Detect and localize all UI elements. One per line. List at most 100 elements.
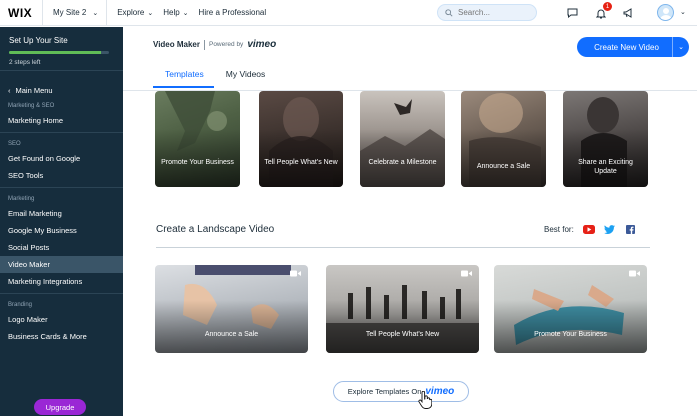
templates-content: Promote Your Business Tell People What's… (123, 91, 697, 416)
setup-progress-fill (9, 51, 101, 54)
sidebar-item-marketing-integrations[interactable]: Marketing Integrations (0, 273, 123, 290)
card-caption: Promote Your Business (161, 159, 234, 166)
search-input[interactable] (458, 8, 528, 17)
chevron-down-icon: ⌄ (92, 9, 99, 17)
sidebar-menu: ‹ Main Menu Marketing & SEO Marketing Ho… (0, 84, 123, 345)
template-card[interactable]: Tell People What's New (326, 265, 479, 353)
card-caption: Announce a Sale (476, 163, 531, 170)
chevron-down-icon[interactable]: ⌄ (680, 8, 686, 16)
setup-title: Set Up Your Site (9, 36, 68, 45)
sidebar-item-seo-tools[interactable]: SEO Tools (0, 167, 123, 184)
chevron-left-icon: ‹ (8, 86, 11, 95)
card-caption: Announce a Sale (204, 331, 259, 338)
sidebar-item-social-posts[interactable]: Social Posts (0, 239, 123, 256)
card-caption: Tell People What's New (365, 331, 440, 338)
card-overlay (326, 300, 479, 353)
card-overlay (494, 300, 647, 353)
bell-icon[interactable]: 1 (594, 2, 612, 20)
tab-bar: Templates My Videos (153, 65, 276, 88)
sidebar-item-marketing-home[interactable]: Marketing Home (0, 112, 123, 129)
nav-help-label: Help (163, 8, 180, 17)
brand-line: Video Maker Powered by vimeo (153, 39, 276, 50)
card-overlay (461, 129, 546, 187)
card-caption: Celebrate a Milestone (368, 159, 437, 166)
avatar-head (663, 8, 669, 14)
back-main-menu[interactable]: ‹ Main Menu (0, 82, 123, 99)
youtube-icon (582, 225, 595, 234)
hand-cursor-icon (418, 391, 432, 409)
card-caption: Tell People What's New (264, 159, 338, 166)
back-label: Main Menu (15, 86, 53, 95)
setup-progress-bar (9, 51, 109, 54)
sidebar: Set Up Your Site 2 steps left ‹ Main Men… (0, 27, 123, 416)
divider (0, 187, 123, 188)
template-card[interactable]: Announce a Sale (461, 91, 546, 187)
divider (106, 0, 108, 26)
video-camera-icon (290, 270, 301, 277)
nav-hire-professional[interactable]: Hire a Professional (199, 8, 267, 17)
card-caption: Share an Exciting Update (578, 159, 633, 175)
explore-label: Explore Templates On (347, 387, 422, 396)
site-name: My Site 2 (53, 8, 87, 17)
section-divider (156, 247, 650, 248)
card-caption: Promote Your Business (534, 331, 607, 338)
page-title: Video Maker (153, 40, 200, 49)
wix-logo[interactable]: WIX (8, 6, 42, 20)
explore-templates-button[interactable]: Explore Templates On vimeo (333, 381, 469, 402)
vimeo-logo: vimeo (247, 39, 277, 50)
chevron-down-icon: ⌄ (182, 9, 189, 17)
divider (0, 132, 123, 133)
divider (0, 293, 123, 294)
sidebar-heading: Branding (8, 301, 33, 308)
sidebar-item-video-maker[interactable]: Video Maker (0, 256, 123, 273)
setup-widget[interactable]: Set Up Your Site 2 steps left (0, 27, 123, 71)
main-panel: Video Maker Powered by vimeo Create New … (123, 27, 697, 416)
avatar-body (660, 15, 672, 20)
create-button-label: Create New Video (594, 42, 659, 52)
notification-badge: 1 (603, 2, 612, 11)
powered-by: Powered by (208, 41, 244, 48)
search-icon (445, 8, 453, 17)
sidebar-item-business-cards[interactable]: Business Cards & More (0, 328, 123, 345)
create-new-video-button[interactable]: Create New Video ⌄ (577, 37, 689, 57)
nav-hire-label: Hire a Professional (198, 8, 267, 17)
tab-my-videos[interactable]: My Videos (214, 65, 276, 87)
template-card[interactable]: Promote Your Business (494, 265, 647, 353)
top-bar: WIX My Site 2 ⌄ Explore ⌄ Help ⌄ Hire a … (0, 0, 697, 26)
template-card[interactable]: Celebrate a Milestone (360, 91, 445, 187)
nav-explore-label: Explore (117, 8, 145, 17)
facebook-icon (625, 225, 637, 234)
template-card[interactable]: Announce a Sale (155, 265, 308, 353)
sidebar-heading: SEO (8, 140, 21, 147)
template-card[interactable]: Share an Exciting Update (563, 91, 648, 187)
tab-templates[interactable]: Templates (153, 65, 214, 88)
video-camera-icon (461, 270, 472, 277)
chevron-down-icon: ⌄ (147, 9, 154, 17)
nav-explore[interactable]: Explore ⌄ (117, 8, 153, 17)
sidebar-item-google-my-business[interactable]: Google My Business (0, 222, 123, 239)
sidebar-item-get-found-on-google[interactable]: Get Found on Google (0, 150, 123, 167)
sidebar-item-logo-maker[interactable]: Logo Maker (0, 311, 123, 328)
best-for: Best for: (544, 225, 637, 234)
upgrade-button[interactable]: Upgrade (34, 399, 86, 415)
avatar[interactable] (657, 4, 674, 21)
sidebar-item-email-marketing[interactable]: Email Marketing (0, 205, 123, 222)
twitter-icon (604, 225, 616, 234)
section-title: Create a Landscape Video (156, 224, 275, 235)
template-card[interactable]: Promote Your Business (155, 91, 240, 187)
megaphone-icon[interactable] (621, 6, 635, 20)
sidebar-heading: Marketing (8, 195, 35, 202)
divider (203, 39, 205, 50)
video-camera-icon (629, 270, 640, 277)
chat-icon[interactable] (565, 6, 579, 20)
nav-help[interactable]: Help ⌄ (163, 8, 188, 17)
search-bar[interactable] (437, 4, 537, 21)
template-card[interactable]: Tell People What's New (259, 91, 343, 187)
best-for-label: Best for: (544, 225, 574, 234)
video-maker-header: Video Maker Powered by vimeo Create New … (123, 27, 697, 91)
card-overlay (155, 300, 308, 353)
steps-left: 2 steps left (9, 59, 41, 66)
chevron-down-icon[interactable]: ⌄ (673, 43, 689, 51)
sidebar-heading: Marketing & SEO (8, 102, 55, 109)
site-selector[interactable]: My Site 2 ⌄ (43, 0, 106, 26)
